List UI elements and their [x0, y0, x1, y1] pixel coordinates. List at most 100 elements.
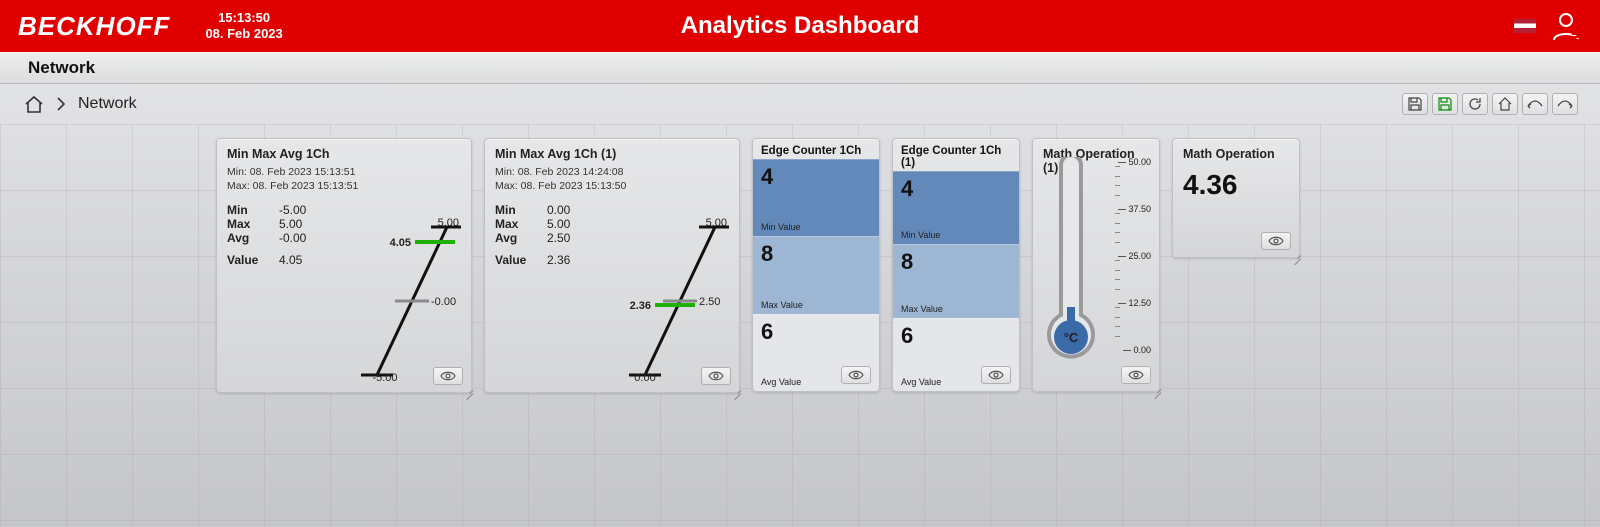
- clock: 15:13:50 08. Feb 2023: [205, 10, 282, 41]
- home-button[interactable]: [1492, 93, 1518, 115]
- visibility-toggle[interactable]: [1121, 366, 1151, 384]
- toolbar: [1402, 93, 1578, 115]
- max-timestamp: Max: 08. Feb 2023 15:13:50: [495, 179, 729, 193]
- widget-title: Math Operation: [1183, 147, 1289, 161]
- value-label: Value: [227, 253, 279, 267]
- svg-text:5.00: 5.00: [438, 217, 459, 229]
- eye-icon: [988, 370, 1004, 380]
- resize-handle[interactable]: [1292, 250, 1302, 260]
- edge-min-row: 4 Min Value: [753, 159, 879, 236]
- edge-avg-label: Avg Value: [761, 377, 801, 387]
- widget-thermometer[interactable]: Math Operation (1) °C 50.00 37.50 25.00 …: [1032, 138, 1160, 392]
- sub-bar: Network: [0, 84, 1600, 124]
- flag-icon[interactable]: [1514, 19, 1536, 33]
- scale-tick: 0.00: [1123, 345, 1151, 355]
- resize-handle[interactable]: [464, 385, 474, 395]
- max-timestamp: Max: 08. Feb 2023 15:13:51: [227, 179, 461, 193]
- breadcrumb: Network: [24, 95, 137, 113]
- min-value: -5.00: [279, 203, 306, 217]
- widget-minmaxavg-2[interactable]: Min Max Avg 1Ch (1) Min: 08. Feb 2023 14…: [484, 138, 740, 393]
- redo-button[interactable]: [1552, 93, 1578, 115]
- max-value: 5.00: [547, 217, 570, 231]
- undo-button[interactable]: [1522, 93, 1548, 115]
- eye-icon: [708, 371, 724, 381]
- edge-min-value: 4: [901, 176, 1011, 202]
- edge-max-row: 8 Max Value: [753, 236, 879, 313]
- chevron-right-icon: [56, 97, 66, 111]
- resize-handle[interactable]: [1012, 384, 1020, 392]
- widget-title: Edge Counter 1Ch (1): [893, 139, 1019, 171]
- resize-handle[interactable]: [732, 385, 742, 395]
- thermometer-icon: °C: [1041, 157, 1101, 367]
- visibility-toggle[interactable]: [841, 366, 871, 384]
- avg-value: -0.00: [279, 231, 306, 245]
- math-value: 4.36: [1183, 169, 1289, 201]
- save-as-button[interactable]: [1432, 93, 1458, 115]
- edge-avg-value: 6: [761, 319, 871, 345]
- edge-avg-label: Avg Value: [901, 377, 941, 387]
- svg-text:5.00: 5.00: [706, 217, 727, 229]
- avg-value: 2.50: [547, 231, 570, 245]
- max-label: Max: [495, 217, 547, 231]
- minmax-chart: 5.00 2.50 0.00 2.36: [583, 209, 729, 381]
- value-label: Value: [495, 253, 547, 267]
- eye-icon: [848, 370, 864, 380]
- clock-date: 08. Feb 2023: [205, 26, 282, 42]
- svg-text:0.00: 0.00: [634, 372, 655, 381]
- edge-max-value: 8: [761, 241, 871, 267]
- edge-min-value: 4: [761, 164, 871, 190]
- visibility-toggle[interactable]: [701, 367, 731, 385]
- widget-math-operation[interactable]: Math Operation 4.36: [1172, 138, 1300, 258]
- svg-text:4.05: 4.05: [390, 237, 411, 249]
- resize-handle[interactable]: [872, 384, 880, 392]
- app-header: BECKHOFF 15:13:50 08. Feb 2023 Analytics…: [0, 0, 1600, 52]
- avg-label: Avg: [227, 231, 279, 245]
- edge-avg-value: 6: [901, 323, 1011, 349]
- widget-edge-counter-2[interactable]: Edge Counter 1Ch (1) 4Min Value 8Max Val…: [892, 138, 1020, 392]
- brand-logo: BECKHOFF: [18, 11, 170, 42]
- resize-handle[interactable]: [1152, 384, 1162, 394]
- min-timestamp: Min: 08. Feb 2023 14:24:08: [495, 165, 729, 179]
- visibility-toggle[interactable]: [981, 366, 1011, 384]
- edge-max-label: Max Value: [901, 304, 943, 314]
- min-timestamp: Min: 08. Feb 2023 15:13:51: [227, 165, 461, 179]
- edge-min-label: Min Value: [761, 222, 800, 232]
- scale-tick: 25.00: [1118, 251, 1151, 261]
- user-icon[interactable]: [1550, 10, 1582, 42]
- min-value: 0.00: [547, 203, 570, 217]
- scale-tick: 37.50: [1118, 204, 1151, 214]
- save-button[interactable]: [1402, 93, 1428, 115]
- home-icon[interactable]: [24, 95, 44, 113]
- widget-title: Min Max Avg 1Ch: [227, 147, 461, 161]
- eye-icon: [440, 371, 456, 381]
- reload-button[interactable]: [1462, 93, 1488, 115]
- min-label: Min: [227, 203, 279, 217]
- edge-max-value: 8: [901, 249, 1011, 275]
- clock-time: 15:13:50: [205, 10, 282, 26]
- page-title-bar: Network: [0, 52, 1600, 84]
- value-value: 4.05: [279, 253, 302, 267]
- svg-text:2.50: 2.50: [699, 296, 720, 308]
- scale-tick: 12.50: [1118, 298, 1151, 308]
- widget-title: Min Max Avg 1Ch (1): [495, 147, 729, 161]
- edge-max-row: 8 Max Value: [893, 244, 1019, 317]
- widget-edge-counter-1[interactable]: Edge Counter 1Ch 4Min Value 8Max Value 6…: [752, 138, 880, 392]
- min-label: Min: [495, 203, 547, 217]
- edge-max-label: Max Value: [761, 300, 803, 310]
- thermometer-scale: 50.00 37.50 25.00 12.50 0.00: [1111, 157, 1151, 345]
- app-title: Analytics Dashboard: [681, 12, 920, 40]
- breadcrumb-current: Network: [78, 95, 137, 113]
- dashboard-canvas[interactable]: Min Max Avg 1Ch Min: 08. Feb 2023 15:13:…: [0, 124, 1600, 527]
- visibility-toggle[interactable]: [433, 367, 463, 385]
- svg-text:°C: °C: [1064, 330, 1079, 345]
- svg-text:-5.00: -5.00: [372, 372, 397, 381]
- minmax-chart: 5.00 -0.00 -5.00 4.05: [315, 209, 461, 381]
- visibility-toggle[interactable]: [1261, 232, 1291, 250]
- max-value: 5.00: [279, 217, 302, 231]
- max-label: Max: [227, 217, 279, 231]
- widget-minmaxavg-1[interactable]: Min Max Avg 1Ch Min: 08. Feb 2023 15:13:…: [216, 138, 472, 393]
- scale-tick: 50.00: [1118, 157, 1151, 167]
- page-title: Network: [28, 58, 95, 78]
- avg-label: Avg: [495, 231, 547, 245]
- eye-icon: [1268, 236, 1284, 246]
